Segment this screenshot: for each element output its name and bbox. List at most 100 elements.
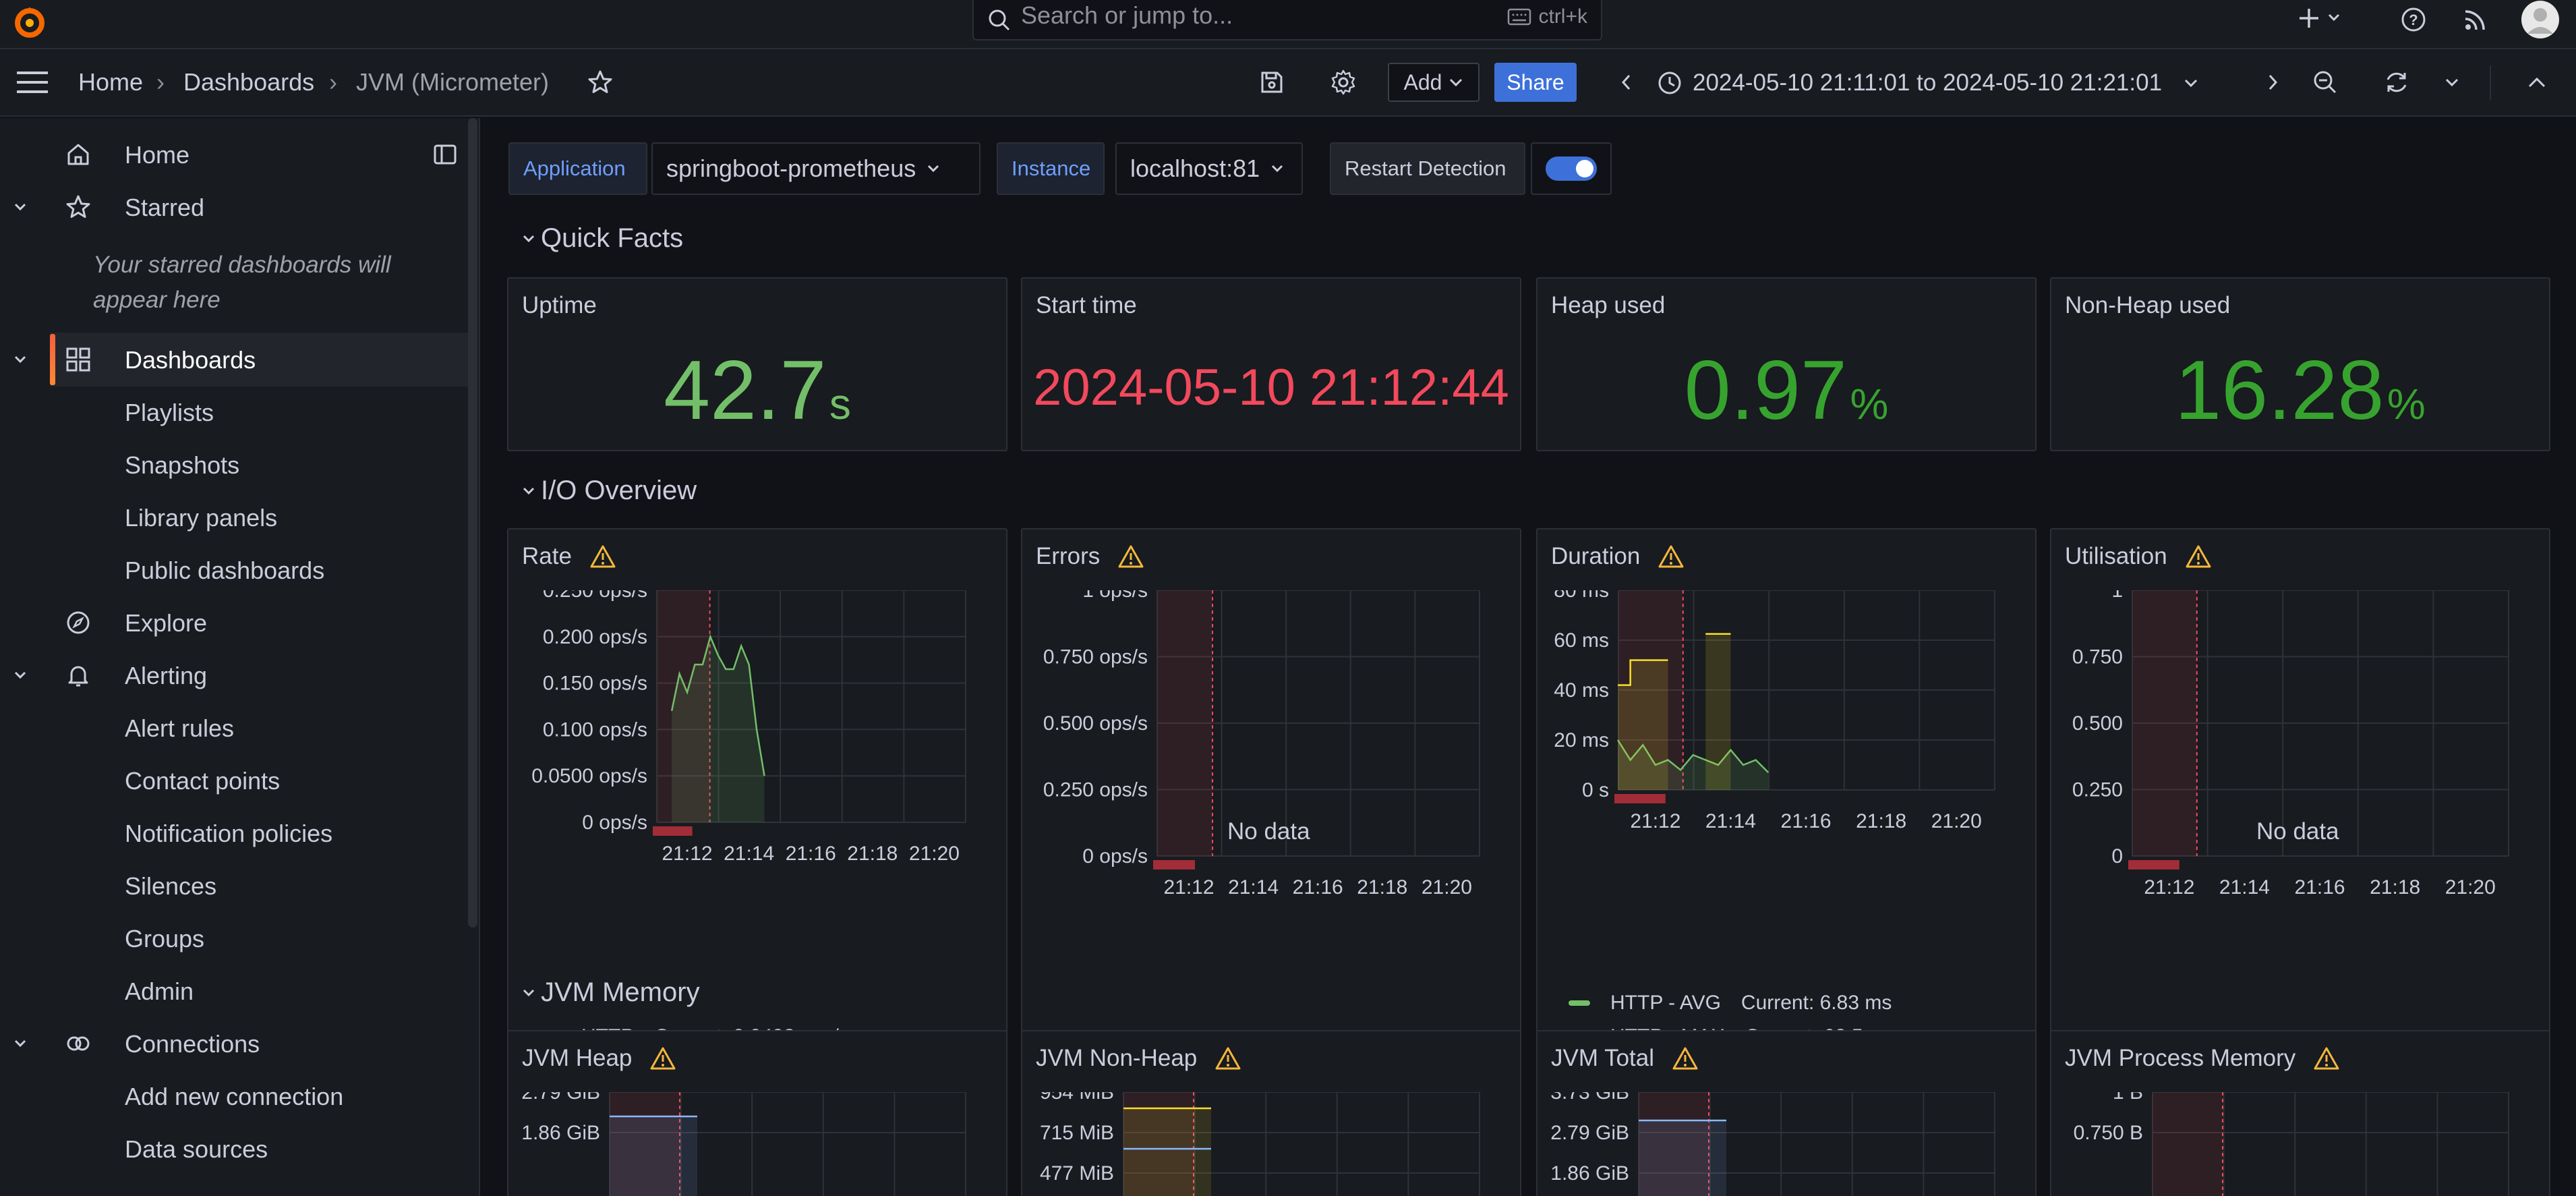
legend-swatch	[1569, 1000, 1590, 1006]
warning-icon[interactable]	[1117, 544, 1144, 569]
avatar	[2521, 1, 2559, 38]
y-tick-label: 1	[2111, 590, 2123, 602]
panel-title: JVM Process Memory	[2065, 1045, 2296, 1071]
jvm-process-memory-chart[interactable]: 1 B 0.750 B	[2051, 1092, 2552, 1196]
sidebar-item-snapshots[interactable]: Snapshots	[125, 451, 239, 480]
sidebar: Home Starred Your starred dashboards wil…	[0, 118, 480, 1196]
y-tick-label: 0.250	[2072, 779, 2123, 801]
search-bar[interactable]: Search or jump to... ctrl+k	[972, 0, 1602, 40]
y-tick-label: 0.500	[2072, 712, 2123, 735]
start-time-panel: Start time 2024-05-10 21:12:44	[1021, 277, 1521, 451]
sidebar-item-dashboards[interactable]: Dashboards	[125, 346, 256, 374]
sidebar-item-contact-points[interactable]: Contact points	[125, 767, 280, 795]
instance-variable-select[interactable]: localhost:81	[1115, 142, 1303, 195]
share-button[interactable]: Share	[1494, 63, 1577, 102]
warning-icon[interactable]	[2313, 1046, 2340, 1071]
annotation-marker	[1614, 794, 1666, 803]
sidebar-item-admin[interactable]: Admin	[125, 977, 194, 1006]
chevron-down-icon[interactable]	[11, 198, 30, 217]
legend-series-name[interactable]: HTTP - AVG	[1610, 992, 1721, 1015]
sidebar-item-connections[interactable]: Connections	[125, 1030, 260, 1058]
sidebar-item-public-dashboards[interactable]: Public dashboards	[125, 557, 324, 585]
y-tick-label: 0.250 ops/s	[1043, 779, 1148, 801]
zoom-out-button[interactable]	[2308, 65, 2343, 99]
news-button[interactable]	[2459, 3, 2492, 36]
no-data-label: No data	[2256, 818, 2339, 845]
uptime-value: 42.7 s	[664, 344, 851, 437]
panel-header: Duration	[1551, 543, 1685, 570]
jvm-heap-chart[interactable]: 2.79 GiB 1.86 GiB	[508, 1092, 1009, 1196]
warning-icon[interactable]	[649, 1046, 676, 1071]
grafana-logo-icon[interactable]	[5, 3, 54, 40]
sidebar-item-alert-rules[interactable]: Alert rules	[125, 714, 234, 743]
add-button[interactable]: Add	[1388, 63, 1480, 102]
search-icon	[989, 9, 1010, 31]
warning-icon[interactable]	[1658, 544, 1685, 569]
restart-detection-toggle[interactable]	[1531, 142, 1612, 195]
star-button[interactable]	[583, 65, 618, 99]
y-tick-label: 0.100 ops/s	[543, 718, 647, 741]
warning-icon[interactable]	[1214, 1046, 1241, 1071]
sidebar-item-data-sources[interactable]: Data sources	[125, 1135, 268, 1164]
new-plus-button[interactable]	[2294, 1, 2351, 35]
panel-title: JVM Non-Heap	[1036, 1045, 1198, 1071]
errors-chart[interactable]: 0 ops/s 0.250 ops/s 0.500 ops/s 0.750 ops/s…	[1022, 590, 1523, 1008]
user-avatar-button[interactable]	[2519, 0, 2561, 40]
sidebar-item-explore[interactable]: Explore	[125, 609, 207, 637]
breadcrumb-home[interactable]: Home	[78, 68, 143, 96]
sidebar-item-starred[interactable]: Starred	[125, 194, 204, 222]
warning-icon[interactable]	[589, 544, 616, 569]
refresh-interval-button[interactable]	[2438, 65, 2465, 99]
sidebar-scrollbar[interactable]	[468, 118, 477, 928]
time-back-button[interactable]	[1614, 65, 1639, 99]
rate-chart[interactable]: 0 ops/s 0.0500 ops/s 0.100 ops/s 0.150 ops/…	[508, 590, 1009, 968]
help-button[interactable]: ?	[2397, 3, 2430, 36]
x-tick-label: 21:14	[1228, 876, 1279, 899]
chevron-down-icon[interactable]	[11, 1034, 30, 1053]
sidebar-item-library-panels[interactable]: Library panels	[125, 504, 277, 532]
zoom-out-icon	[2314, 71, 2337, 94]
refresh-button[interactable]	[2379, 65, 2414, 99]
non-heap-used-panel: Non-Heap used 16.28 %	[2050, 277, 2550, 451]
breadcrumb-dashboards[interactable]: Dashboards	[183, 68, 314, 96]
x-tick-label: 21:18	[1856, 810, 1906, 832]
jvm-total-chart[interactable]: 3.73 GiB 2.79 GiB 1.86 GiB	[1538, 1092, 2038, 1196]
dashboard-settings-button[interactable]	[1326, 65, 1361, 99]
duration-chart[interactable]: 0 s 20 ms 40 ms 60 ms 80 ms 21:12 21:14 21:16 21…	[1538, 590, 2038, 941]
refresh-icon	[2387, 72, 2407, 92]
sidebar-item-groups[interactable]: Groups	[125, 925, 204, 953]
time-forward-button[interactable]	[2260, 65, 2285, 99]
sidebar-item-playlists[interactable]: Playlists	[125, 399, 214, 427]
y-tick-label: 2.79 GiB	[1550, 1122, 1629, 1144]
sidebar-item-alerting[interactable]: Alerting	[125, 662, 207, 690]
dock-menu-button[interactable]	[429, 138, 461, 171]
y-tick-label: 0.750 ops/s	[1043, 646, 1148, 668]
jvm-non-heap-chart[interactable]: 954 MiB 715 MiB 477 MiB	[1022, 1092, 1523, 1196]
row-io-overview[interactable]: I/O Overview	[521, 476, 697, 506]
collapse-nav-button[interactable]	[2519, 65, 2554, 99]
sidebar-item-silences[interactable]: Silences	[125, 872, 216, 901]
application-variable-select[interactable]: springboot-prometheus	[651, 142, 980, 195]
row-quick-facts[interactable]: Quick Facts	[521, 223, 683, 254]
dashboards-grid-icon	[66, 347, 90, 372]
warning-icon[interactable]	[1672, 1046, 1699, 1071]
sidebar-item-home[interactable]: Home	[125, 141, 189, 169]
x-tick-label: 21:18	[1357, 876, 1407, 899]
x-tick-label: 21:16	[2295, 876, 2345, 899]
x-tick-label: 21:12	[2144, 876, 2194, 899]
menu-button[interactable]	[13, 65, 51, 99]
y-tick-label: 0	[2111, 845, 2123, 867]
time-range-picker[interactable]: 2024-05-10 21:11:01 to 2024-05-10 21:21:…	[1656, 64, 2236, 102]
chevron-down-icon[interactable]	[11, 666, 30, 685]
chevron-down-icon[interactable]	[11, 350, 30, 369]
sidebar-item-add-new-connection[interactable]: Add new connection	[125, 1083, 343, 1111]
save-dashboard-button[interactable]	[1254, 65, 1289, 99]
sidebar-item-notification-policies[interactable]: Notification policies	[125, 820, 332, 848]
utilisation-chart[interactable]: 0 0.250 0.500 0.750 1 21:12 21:14 21:16 21:18 21:…	[2051, 590, 2552, 1008]
gear-icon	[1331, 69, 1355, 95]
chevron-right-icon	[2268, 74, 2278, 90]
breadcrumb-separator: ›	[329, 68, 337, 96]
row-jvm-memory[interactable]: JVM Memory	[521, 977, 700, 1008]
warning-icon[interactable]	[2185, 544, 2212, 569]
x-tick-label: 21:20	[909, 843, 960, 865]
